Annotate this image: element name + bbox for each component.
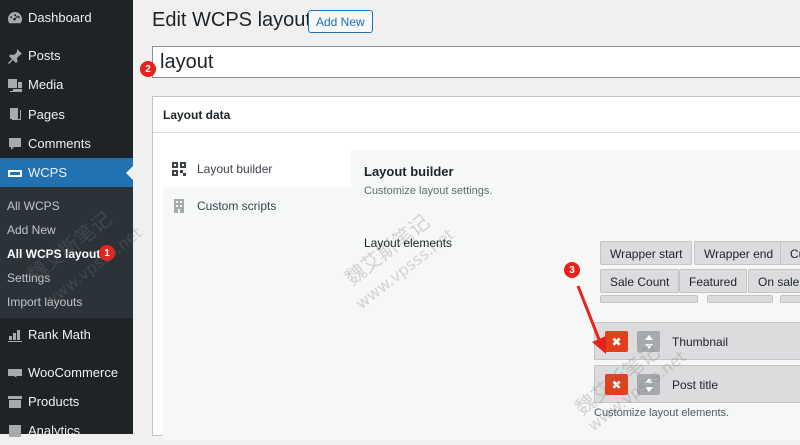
admin-sidebar: Dashboard Posts Media Pages Comments WCP… bbox=[0, 0, 133, 438]
dashboard-icon bbox=[5, 8, 25, 28]
menu-label: Pages bbox=[28, 107, 65, 122]
grid-icon bbox=[171, 161, 187, 177]
element-chip-wrapper-start[interactable]: Wrapper start bbox=[600, 241, 693, 265]
menu-item-woocommerce[interactable]: WooCommerce bbox=[0, 358, 133, 387]
menu-label: WooCommerce bbox=[28, 365, 119, 380]
annotation-badge-3: 3 bbox=[564, 262, 580, 278]
element-name: Post title bbox=[672, 378, 719, 392]
menu-label: Products bbox=[28, 394, 80, 409]
archive-icon bbox=[5, 392, 25, 412]
submenu-settings[interactable]: Settings bbox=[7, 271, 50, 285]
pages-icon bbox=[5, 105, 25, 125]
element-chip-partial[interactable] bbox=[600, 295, 698, 303]
menu-item-rank-math[interactable]: Rank Math bbox=[0, 320, 133, 349]
analytics-icon bbox=[5, 421, 25, 441]
menu-item-dashboard[interactable]: Dashboard bbox=[0, 3, 133, 32]
pin-icon bbox=[5, 46, 25, 66]
menu-label: Comments bbox=[28, 136, 91, 151]
menu-item-media[interactable]: Media bbox=[0, 70, 133, 99]
sort-handle-icon[interactable] bbox=[637, 331, 660, 352]
element-name: Thumbnail bbox=[672, 335, 729, 349]
add-new-button[interactable]: Add New bbox=[308, 10, 373, 33]
submenu-all-wcps[interactable]: All WCPS bbox=[7, 199, 60, 213]
element-chip-wrapper-end[interactable]: Wrapper end bbox=[694, 241, 784, 265]
element-chip-on-sale[interactable]: On sale bbox=[748, 269, 800, 293]
element-chip-sale-count[interactable]: Sale Count bbox=[600, 269, 680, 293]
settings-tabs: Layout builder Custom scripts bbox=[163, 150, 351, 440]
chart-icon bbox=[5, 325, 25, 345]
comments-icon bbox=[5, 134, 25, 154]
menu-item-wcps[interactable]: WCPS bbox=[0, 158, 133, 187]
slider-icon bbox=[5, 163, 25, 183]
sort-handle-icon[interactable] bbox=[637, 374, 660, 395]
menu-label: Media bbox=[28, 77, 64, 92]
metabox-title: Layout data bbox=[163, 108, 231, 122]
remove-element-button[interactable]: ✖ bbox=[605, 374, 628, 395]
menu-item-products[interactable]: Products bbox=[0, 387, 133, 416]
building-icon bbox=[171, 198, 187, 214]
tab-label: Layout builder bbox=[197, 161, 273, 176]
submenu-import-layouts[interactable]: Import layouts bbox=[7, 295, 82, 309]
layout-title-input[interactable] bbox=[152, 46, 800, 78]
layout-data-metabox: Layout data Layout builder Custom script… bbox=[152, 96, 800, 440]
divider bbox=[153, 132, 800, 133]
tab-custom-scripts[interactable]: Custom scripts bbox=[163, 187, 351, 224]
menu-item-analytics[interactable]: Analytics bbox=[0, 416, 133, 445]
panel-description: Customize layout settings. bbox=[364, 185, 493, 197]
layout-elements-label: Layout elements bbox=[364, 236, 453, 250]
annotation-badge-2: 2 bbox=[140, 61, 156, 77]
tab-label: Custom scripts bbox=[197, 198, 277, 213]
submenu-add-new[interactable]: Add New bbox=[7, 223, 56, 237]
layout-builder-panel: Layout builder Customize layout settings… bbox=[351, 150, 800, 440]
menu-item-posts[interactable]: Posts bbox=[0, 41, 133, 70]
woo-icon bbox=[5, 363, 25, 383]
remove-element-button[interactable]: ✖ bbox=[605, 331, 628, 352]
customize-elements-description: Customize layout elements. bbox=[594, 407, 730, 419]
submenu-all-wcps-layouts[interactable]: All WCPS layouts bbox=[7, 247, 107, 261]
menu-label: WCPS bbox=[28, 165, 67, 180]
menu-item-pages[interactable]: Pages bbox=[0, 100, 133, 129]
element-chip-partial[interactable] bbox=[780, 295, 800, 303]
page-title: Edit WCPS layout bbox=[152, 9, 311, 31]
menu-label: Dashboard bbox=[28, 10, 92, 25]
menu-label: Rank Math bbox=[28, 327, 91, 342]
selected-element-row[interactable]: ✖ Thumbnail bbox=[594, 322, 800, 360]
selected-element-row[interactable]: ✖ Post title bbox=[594, 365, 800, 403]
tab-layout-builder[interactable]: Layout builder bbox=[163, 150, 351, 187]
menu-label: Analytics bbox=[28, 423, 81, 438]
element-chip-cu[interactable]: Cu bbox=[780, 241, 800, 265]
annotation-badge-1: 1 bbox=[99, 245, 115, 261]
menu-label: Posts bbox=[28, 48, 61, 63]
media-icon bbox=[5, 75, 25, 95]
menu-item-comments[interactable]: Comments bbox=[0, 129, 133, 158]
panel-title: Layout builder bbox=[364, 164, 454, 179]
element-chip-featured[interactable]: Featured bbox=[679, 269, 748, 293]
element-chip-partial[interactable] bbox=[707, 295, 773, 303]
